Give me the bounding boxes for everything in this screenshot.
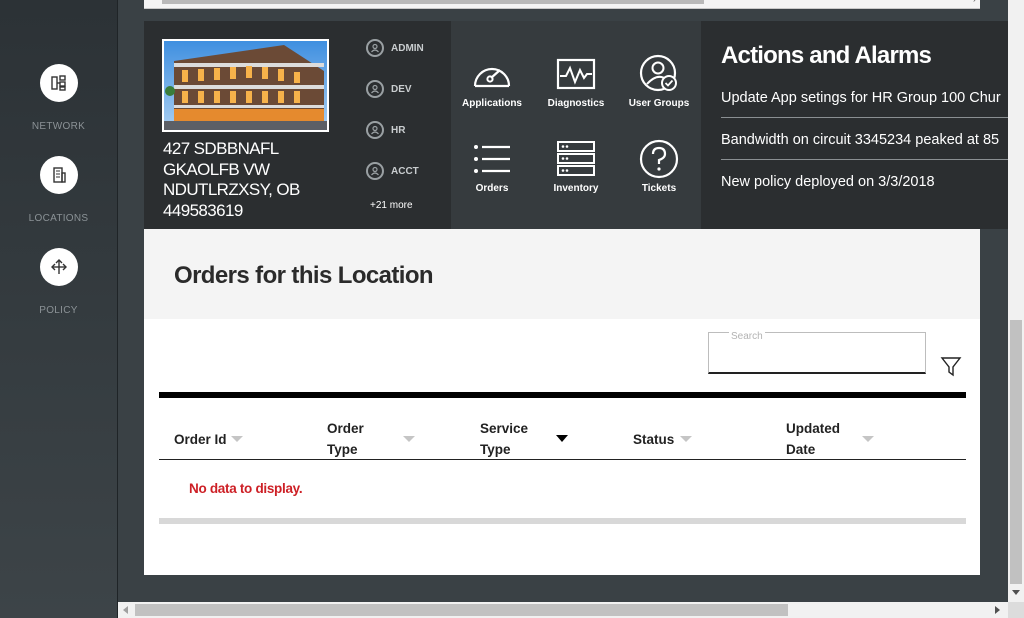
orders-section-header: Orders for this Location [144,229,980,319]
vertical-scrollbar[interactable] [1008,0,1024,602]
building-icon [39,156,78,194]
address-line: 427 SDBBNAFL [163,139,279,158]
column-header-order-type[interactable]: Order Type [327,418,387,460]
sort-arrow-icon[interactable] [231,436,243,442]
scroll-down-arrow-icon[interactable] [1012,590,1020,595]
role-item-acct[interactable]: ACCT [366,160,419,182]
column-header-label: Status [633,432,675,447]
alarms-title: Actions and Alarms [721,42,932,69]
location-header-band: 427 SDBBNAFL GKAOLFB VW NDUTLRZXSY, OB 4… [144,21,1008,229]
sidebar-item-network[interactable]: NETWORK [0,64,117,132]
speedometer-icon [451,54,533,94]
horizontal-scrollbar[interactable] [118,602,1008,618]
tile-user-groups[interactable]: User Groups [618,54,700,110]
empty-table-message: No data to display. [189,481,303,496]
chevron-right-icon[interactable]: › [973,0,976,4]
sort-arrow-icon[interactable] [556,435,568,442]
user-check-icon [618,54,700,94]
scroll-left-arrow-icon[interactable] [123,606,128,614]
search-input[interactable] [709,333,925,372]
sidebar-item-locations[interactable]: LOCATIONS [0,156,117,224]
column-header-order-id[interactable]: Order Id [174,429,227,450]
column-header-service-type[interactable]: Service Type [480,418,540,460]
sort-arrow-icon[interactable] [680,436,692,442]
horizontal-scroll-thumb[interactable] [135,604,788,616]
user-icon [366,80,384,98]
page-title: Orders for this Location [174,262,434,289]
sort-arrow-icon[interactable] [862,436,874,442]
column-header-label: Updated Date [786,421,840,457]
user-icon [366,121,384,139]
alarm-item[interactable]: Update App setings for HR Group 100 Chur [721,90,1008,106]
tile-applications[interactable]: Applications [451,54,533,110]
move-arrows-icon [39,248,78,286]
inner-horizontal-scrollbar[interactable]: › [144,0,980,9]
server-stack-icon [535,139,617,179]
tile-tickets[interactable]: Tickets [618,139,700,195]
column-header-label: Service Type [480,421,529,457]
user-icon [366,39,384,57]
table-top-rule [159,392,966,398]
tile-inventory[interactable]: Inventory [535,139,617,195]
tile-label: Applications [461,98,522,109]
sidebar-item-label: NETWORK [31,121,86,132]
role-item-hr[interactable]: HR [366,119,405,141]
list-icon [451,139,533,179]
tile-label: Diagnostics [547,98,605,109]
tile-label: Inventory [553,183,599,194]
column-header-label: Order Type [327,421,364,457]
inner-scroll-thumb[interactable] [162,0,704,4]
sidebar-item-label: LOCATIONS [28,213,89,224]
filter-icon[interactable] [940,355,962,377]
role-label: DEV [391,83,412,95]
scroll-right-arrow-icon[interactable] [995,606,1000,614]
address-line: GKAOLFB VW [163,159,270,179]
tile-label: User Groups [628,98,690,109]
role-label: ACCT [391,165,419,177]
alarm-item[interactable]: Bandwidth on circuit 3345234 peaked at 8… [721,132,1008,148]
role-label: ADMIN [391,42,424,54]
tile-orders[interactable]: Orders [451,139,533,195]
tile-label: Tickets [641,183,677,194]
sort-arrow-icon[interactable] [403,436,415,442]
question-circle-icon [618,139,700,179]
address-line: 449583619 [163,200,243,220]
orders-table-panel: Search Order Id Order Type Service Type … [144,319,980,575]
role-item-admin[interactable]: ADMIN [366,37,424,59]
location-photo [162,39,329,132]
waveform-icon [535,54,617,94]
role-item-dev[interactable]: DEV [366,78,412,100]
sidebar-item-policy[interactable]: POLICY [0,248,117,316]
tile-label: Orders [475,183,509,194]
location-address: 427 SDBBNAFL GKAOLFB VW NDUTLRZXSY, OB 4… [163,139,343,221]
alarm-item[interactable]: New policy deployed on 3/3/2018 [721,174,1008,190]
column-header-status[interactable]: Status [633,429,674,450]
network-icon [39,64,78,102]
table-bottom-rule [159,518,966,524]
alarm-divider [721,159,1008,160]
role-label: HR [391,124,406,136]
column-header-label: Order Id [174,432,227,447]
alarm-divider [721,117,1008,118]
vertical-scroll-thumb[interactable] [1010,320,1022,584]
tile-diagnostics[interactable]: Diagnostics [535,54,617,110]
table-header-divider [159,459,966,460]
more-roles-link[interactable]: +21 more [370,200,413,211]
sidebar-item-label: POLICY [39,305,78,316]
sidebar-nav: NETWORK LOCATIONS POLICY [0,0,117,618]
column-header-updated-date[interactable]: Updated Date [786,418,850,460]
scrollbar-corner [1008,602,1024,618]
quick-actions-grid: Applications Diagnostics User Groups Ord… [451,21,701,229]
user-icon [366,162,384,180]
address-line: NDUTLRZXSY, OB [163,180,300,199]
search-field[interactable]: Search [708,331,926,374]
